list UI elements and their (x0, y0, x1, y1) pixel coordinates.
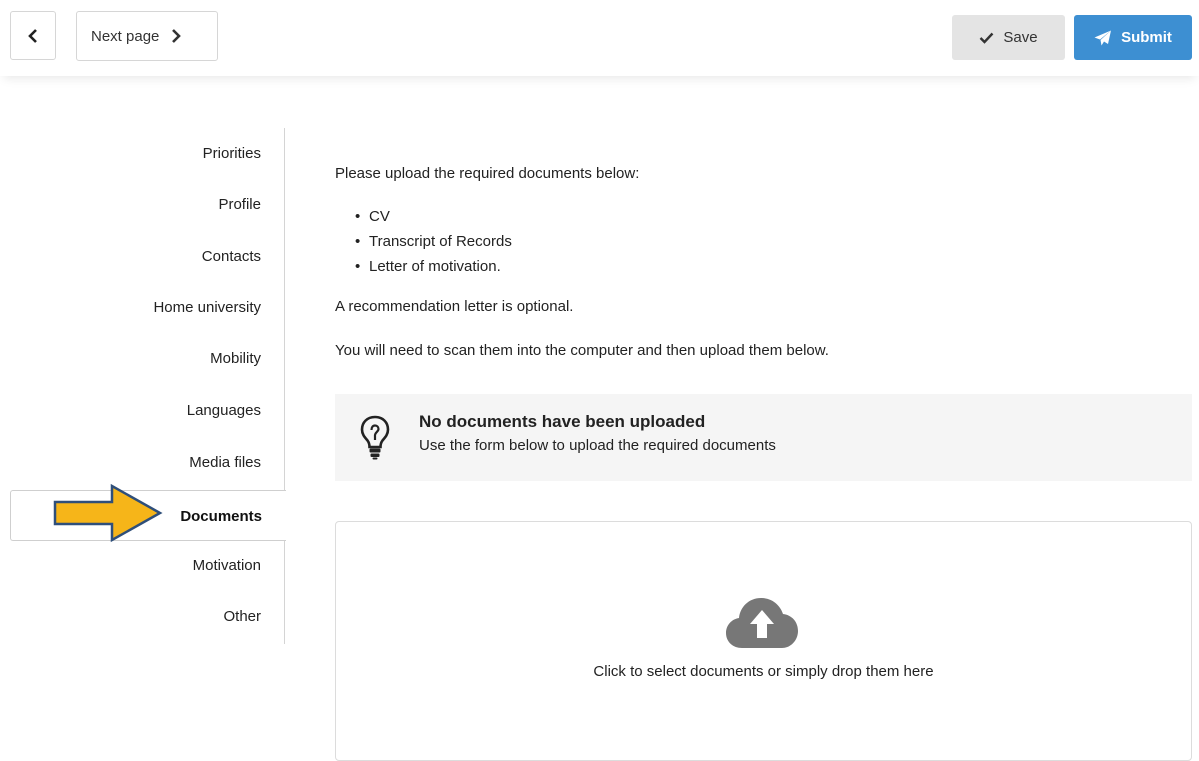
submit-label: Submit (1121, 29, 1172, 46)
sidebar-item-mobility[interactable]: Mobility (210, 333, 261, 384)
lightbulb-icon (360, 415, 390, 460)
highlight-arrow-icon (53, 483, 163, 543)
next-page-label: Next page (91, 27, 160, 45)
sidebar-item-languages[interactable]: Languages (187, 385, 261, 436)
list-item: Letter of motivation. (335, 254, 512, 279)
sidebar-item-profile[interactable]: Profile (218, 179, 261, 230)
chevron-right-icon (171, 29, 182, 43)
sidebar-item-motivation[interactable]: Motivation (193, 540, 261, 591)
intro-text: Please upload the required documents bel… (335, 165, 640, 182)
sidebar-item-other[interactable]: Other (223, 591, 261, 642)
notice-subtitle: Use the form below to upload the require… (419, 437, 776, 454)
sidebar-divider (284, 128, 285, 644)
check-icon (980, 32, 994, 44)
dropzone-text: Click to select documents or simply drop… (593, 663, 934, 680)
notice-title: No documents have been uploaded (419, 412, 706, 431)
no-documents-notice: No documents have been uploaded Use the … (335, 394, 1192, 481)
sidebar-item-media-files[interactable]: Media files (189, 437, 261, 488)
save-label: Save (1003, 29, 1038, 46)
save-button[interactable]: Save (952, 15, 1065, 60)
list-item: CV (335, 204, 512, 229)
cloud-upload-icon (726, 598, 798, 648)
sidebar-item-contacts[interactable]: Contacts (202, 231, 261, 282)
document-dropzone[interactable]: Click to select documents or simply drop… (335, 521, 1192, 761)
back-button[interactable] (10, 11, 56, 60)
optional-note: A recommendation letter is optional. (335, 298, 574, 315)
paper-plane-icon (1094, 30, 1112, 45)
toolbar: Next page Save Submit (0, 0, 1199, 76)
list-item: Transcript of Records (335, 229, 512, 254)
submit-button[interactable]: Submit (1074, 15, 1192, 60)
sidebar-item-priorities[interactable]: Priorities (203, 128, 261, 179)
sidebar-item-documents-label: Documents (180, 508, 262, 525)
required-documents-list: CV Transcript of Records Letter of motiv… (335, 204, 512, 279)
chevron-left-icon (28, 28, 37, 43)
next-page-button[interactable]: Next page (76, 11, 218, 61)
scan-note: You will need to scan them into the comp… (335, 342, 829, 359)
sidebar-item-home-university[interactable]: Home university (153, 282, 261, 333)
